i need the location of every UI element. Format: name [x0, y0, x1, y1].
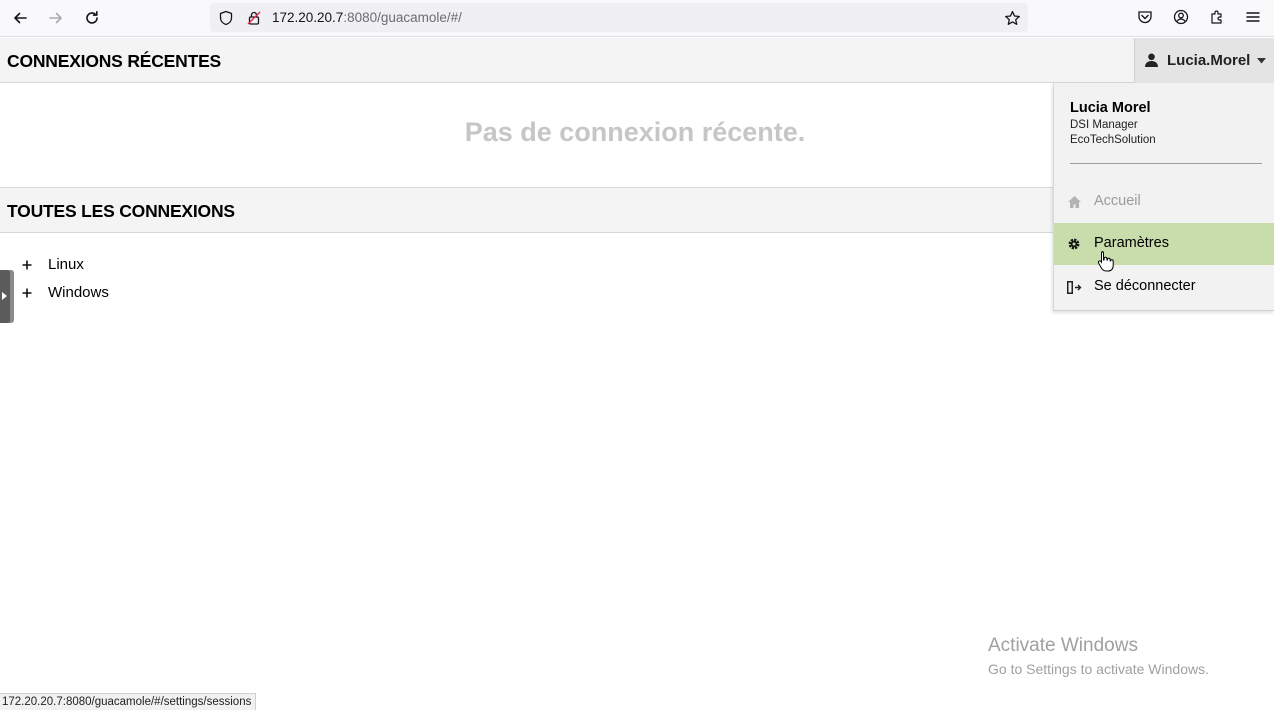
url-text[interactable]: 172.20.20.7:8080/guacamole/#/ [272, 10, 462, 25]
menu-item-label: Se déconnecter [1094, 278, 1196, 294]
connection-group-windows[interactable]: Windows [20, 282, 109, 304]
forward-button[interactable] [43, 5, 69, 31]
all-connections-title: TOUTES LES CONNEXIONS [7, 201, 235, 221]
side-menu-handle[interactable] [0, 270, 14, 323]
back-button[interactable] [7, 5, 33, 31]
user-menu-button[interactable]: Lucia.Morel [1134, 38, 1274, 83]
extensions-icon[interactable] [1206, 6, 1228, 28]
hand-cursor-icon [1097, 250, 1117, 274]
user-icon [1145, 53, 1158, 67]
account-icon[interactable] [1170, 6, 1192, 28]
chevron-down-icon [1257, 58, 1266, 64]
arrow-right-icon [2, 292, 7, 300]
hamburger-menu-icon[interactable] [1242, 6, 1264, 28]
expand-plus-icon[interactable] [20, 286, 34, 300]
bookmark-star-icon[interactable] [1003, 9, 1021, 27]
menu-item-label: Accueil [1094, 193, 1141, 209]
reload-icon [86, 11, 98, 24]
recent-connections-header: CONNEXIONS RÉCENTES [0, 38, 1274, 83]
watermark-subtitle: Go to Settings to activate Windows. [988, 661, 1209, 677]
menu-item-home[interactable]: Accueil [1054, 181, 1274, 223]
watermark-title: Activate Windows [988, 635, 1138, 656]
profile-full-name: Lucia Morel [1070, 100, 1151, 116]
connection-group-label[interactable]: Windows [48, 284, 109, 301]
gear-icon [1066, 236, 1082, 252]
url-host: 172.20.20.7 [272, 10, 344, 25]
url-path: :8080/guacamole/#/ [343, 10, 462, 25]
menu-item-settings[interactable]: Paramètres [1054, 223, 1274, 265]
status-bar-link: 172.20.20.7:8080/guacamole/#/settings/se… [0, 693, 257, 710]
profile-organization: EcoTechSolution [1070, 134, 1156, 146]
profile-role: DSI Manager [1070, 119, 1138, 131]
recent-connections-title: CONNEXIONS RÉCENTES [7, 51, 222, 71]
address-bar[interactable]: 172.20.20.7:8080/guacamole/#/ [210, 3, 1028, 32]
logout-icon [1066, 279, 1082, 295]
back-arrow-icon [14, 12, 27, 24]
shield-icon[interactable] [217, 9, 235, 27]
menu-item-label: Paramètres [1094, 235, 1169, 251]
insecure-lock-icon[interactable] [245, 9, 263, 27]
home-icon [1066, 194, 1082, 210]
user-dropdown-menu: Lucia Morel DSI Manager EcoTechSolution … [1053, 83, 1274, 311]
forward-arrow-icon [49, 12, 62, 24]
windows-activation-watermark: Activate Windows Go to Settings to activ… [988, 635, 1209, 677]
side-menu-handle-inner [0, 270, 10, 323]
menu-item-logout[interactable]: Se déconnecter [1054, 266, 1274, 308]
reload-button[interactable] [79, 5, 105, 31]
browser-toolbar: 172.20.20.7:8080/guacamole/#/ [0, 0, 1274, 37]
connection-group-label[interactable]: Linux [48, 256, 84, 273]
connection-group-linux[interactable]: Linux [20, 254, 84, 276]
expand-plus-icon[interactable] [20, 258, 34, 272]
pocket-icon[interactable] [1134, 6, 1156, 28]
username-label: Lucia.Morel [1167, 52, 1251, 69]
menu-divider [1070, 163, 1262, 164]
